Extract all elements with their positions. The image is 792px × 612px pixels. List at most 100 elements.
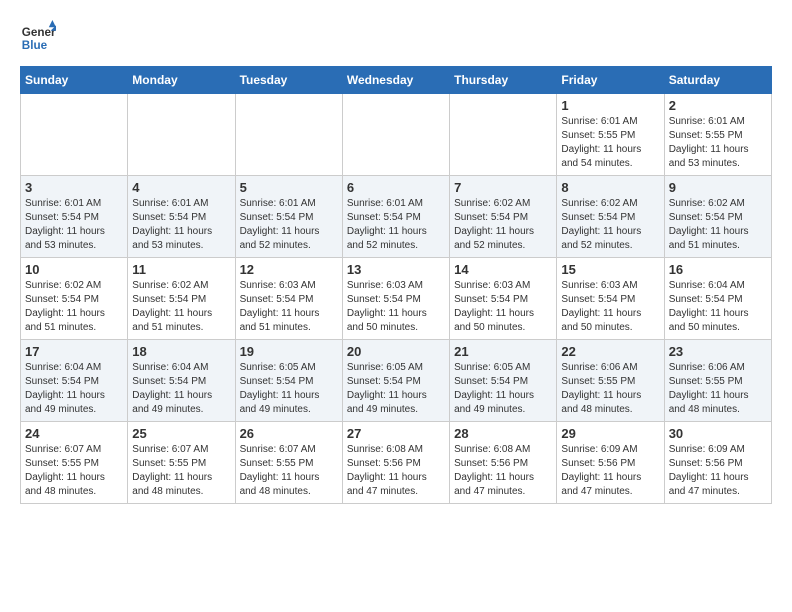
calendar-cell: 18 Sunrise: 6:04 AM Sunset: 5:54 PM Dayli… xyxy=(128,340,235,422)
logo: General Blue xyxy=(20,20,56,56)
calendar-cell: 6Sunrise: 6:01 AM Sunset: 5:54 PM Daylig… xyxy=(342,176,449,258)
calendar-cell: 19 Sunrise: 6:05 AM Sunset: 5:54 PM Dayli… xyxy=(235,340,342,422)
day-number: 25 xyxy=(132,426,230,441)
day-number: 7 xyxy=(454,180,552,195)
day-number: 17 xyxy=(25,344,123,359)
calendar-cell xyxy=(21,94,128,176)
calendar-cell: 21 Sunrise: 6:05 AM Sunset: 5:54 PM Dayli… xyxy=(450,340,557,422)
day-number: 10 xyxy=(25,262,123,277)
day-number: 1 xyxy=(561,98,659,113)
day-of-week-header: Monday xyxy=(128,67,235,94)
day-info: Sunrise: 6:03 AM Sunset: 5:54 PM Dayligh… xyxy=(454,279,552,335)
day-info: Sunrise: 6:08 AM Sunset: 5:56 PM Dayligh… xyxy=(347,443,445,499)
calendar-cell: 23 Sunrise: 6:06 AM Sunset: 5:55 PM Dayli… xyxy=(664,340,771,422)
day-info: Sunrise: 6:01 AM Sunset: 5:54 PM Dayligh… xyxy=(132,197,230,253)
svg-text:General: General xyxy=(22,26,56,39)
calendar-cell: 29 Sunrise: 6:09 AM Sunset: 5:56 PM Dayli… xyxy=(557,422,664,504)
calendar-week-row: 24 Sunrise: 6:07 AM Sunset: 5:55 PM Dayli… xyxy=(21,422,772,504)
calendar-cell: 17 Sunrise: 6:04 AM Sunset: 5:54 PM Dayli… xyxy=(21,340,128,422)
day-info: Sunrise: 6:04 AM Sunset: 5:54 PM Dayligh… xyxy=(25,361,123,417)
day-of-week-header: Saturday xyxy=(664,67,771,94)
calendar-cell: 16 Sunrise: 6:04 AM Sunset: 5:54 PM Dayli… xyxy=(664,258,771,340)
day-number: 15 xyxy=(561,262,659,277)
day-info: Sunrise: 6:08 AM Sunset: 5:56 PM Dayligh… xyxy=(454,443,552,499)
day-number: 3 xyxy=(25,180,123,195)
day-number: 24 xyxy=(25,426,123,441)
calendar-cell: 26Sunrise: 6:07 AM Sunset: 5:55 PM Dayli… xyxy=(235,422,342,504)
day-info: Sunrise: 6:06 AM Sunset: 5:55 PM Dayligh… xyxy=(669,361,767,417)
calendar-cell: 1 Sunrise: 6:01 AM Sunset: 5:55 PM Daylig… xyxy=(557,94,664,176)
day-number: 23 xyxy=(669,344,767,359)
calendar-cell: 20Sunrise: 6:05 AM Sunset: 5:54 PM Dayli… xyxy=(342,340,449,422)
day-of-week-header: Tuesday xyxy=(235,67,342,94)
calendar-cell: 5 Sunrise: 6:01 AM Sunset: 5:54 PM Daylig… xyxy=(235,176,342,258)
day-info: Sunrise: 6:01 AM Sunset: 5:54 PM Dayligh… xyxy=(25,197,123,253)
calendar-cell xyxy=(450,94,557,176)
day-info: Sunrise: 6:01 AM Sunset: 5:54 PM Dayligh… xyxy=(240,197,338,253)
day-number: 26 xyxy=(240,426,338,441)
day-number: 14 xyxy=(454,262,552,277)
day-info: Sunrise: 6:02 AM Sunset: 5:54 PM Dayligh… xyxy=(132,279,230,335)
day-of-week-header: Wednesday xyxy=(342,67,449,94)
day-info: Sunrise: 6:01 AM Sunset: 5:55 PM Dayligh… xyxy=(561,115,659,171)
day-info: Sunrise: 6:01 AM Sunset: 5:55 PM Dayligh… xyxy=(669,115,767,171)
day-number: 28 xyxy=(454,426,552,441)
calendar-week-row: 3 Sunrise: 6:01 AM Sunset: 5:54 PM Daylig… xyxy=(21,176,772,258)
calendar-cell: 24 Sunrise: 6:07 AM Sunset: 5:55 PM Dayli… xyxy=(21,422,128,504)
svg-text:Blue: Blue xyxy=(22,39,48,52)
calendar-week-row: 17 Sunrise: 6:04 AM Sunset: 5:54 PM Dayli… xyxy=(21,340,772,422)
day-info: Sunrise: 6:02 AM Sunset: 5:54 PM Dayligh… xyxy=(561,197,659,253)
day-number: 11 xyxy=(132,262,230,277)
calendar-cell: 4Sunrise: 6:01 AM Sunset: 5:54 PM Daylig… xyxy=(128,176,235,258)
calendar-cell: 11 Sunrise: 6:02 AM Sunset: 5:54 PM Dayli… xyxy=(128,258,235,340)
day-number: 29 xyxy=(561,426,659,441)
day-number: 13 xyxy=(347,262,445,277)
calendar-cell xyxy=(235,94,342,176)
calendar-cell: 27 Sunrise: 6:08 AM Sunset: 5:56 PM Dayli… xyxy=(342,422,449,504)
day-info: Sunrise: 6:05 AM Sunset: 5:54 PM Dayligh… xyxy=(347,361,445,417)
day-info: Sunrise: 6:09 AM Sunset: 5:56 PM Dayligh… xyxy=(669,443,767,499)
day-number: 2 xyxy=(669,98,767,113)
day-info: Sunrise: 6:05 AM Sunset: 5:54 PM Dayligh… xyxy=(454,361,552,417)
day-info: Sunrise: 6:07 AM Sunset: 5:55 PM Dayligh… xyxy=(25,443,123,499)
day-info: Sunrise: 6:02 AM Sunset: 5:54 PM Dayligh… xyxy=(25,279,123,335)
day-number: 12 xyxy=(240,262,338,277)
day-number: 30 xyxy=(669,426,767,441)
calendar-cell: 2 Sunrise: 6:01 AM Sunset: 5:55 PM Daylig… xyxy=(664,94,771,176)
day-number: 16 xyxy=(669,262,767,277)
day-number: 19 xyxy=(240,344,338,359)
calendar-week-row: 10 Sunrise: 6:02 AM Sunset: 5:54 PM Dayli… xyxy=(21,258,772,340)
calendar-cell xyxy=(128,94,235,176)
calendar-header-row: SundayMondayTuesdayWednesdayThursdayFrid… xyxy=(21,67,772,94)
day-of-week-header: Friday xyxy=(557,67,664,94)
calendar-cell: 15 Sunrise: 6:03 AM Sunset: 5:54 PM Dayli… xyxy=(557,258,664,340)
day-number: 27 xyxy=(347,426,445,441)
day-of-week-header: Sunday xyxy=(21,67,128,94)
calendar-cell: 13 Sunrise: 6:03 AM Sunset: 5:54 PM Dayli… xyxy=(342,258,449,340)
day-info: Sunrise: 6:09 AM Sunset: 5:56 PM Dayligh… xyxy=(561,443,659,499)
day-of-week-header: Thursday xyxy=(450,67,557,94)
day-info: Sunrise: 6:07 AM Sunset: 5:55 PM Dayligh… xyxy=(132,443,230,499)
calendar-cell: 8 Sunrise: 6:02 AM Sunset: 5:54 PM Daylig… xyxy=(557,176,664,258)
day-number: 5 xyxy=(240,180,338,195)
day-info: Sunrise: 6:03 AM Sunset: 5:54 PM Dayligh… xyxy=(561,279,659,335)
day-info: Sunrise: 6:03 AM Sunset: 5:54 PM Dayligh… xyxy=(347,279,445,335)
day-info: Sunrise: 6:02 AM Sunset: 5:54 PM Dayligh… xyxy=(669,197,767,253)
day-number: 6 xyxy=(347,180,445,195)
day-info: Sunrise: 6:02 AM Sunset: 5:54 PM Dayligh… xyxy=(454,197,552,253)
calendar-cell: 30 Sunrise: 6:09 AM Sunset: 5:56 PM Dayli… xyxy=(664,422,771,504)
logo-icon: General Blue xyxy=(20,20,56,56)
calendar-cell: 7 Sunrise: 6:02 AM Sunset: 5:54 PM Daylig… xyxy=(450,176,557,258)
calendar-cell xyxy=(342,94,449,176)
day-number: 18 xyxy=(132,344,230,359)
page-header: General Blue xyxy=(20,20,772,56)
day-info: Sunrise: 6:05 AM Sunset: 5:54 PM Dayligh… xyxy=(240,361,338,417)
calendar-week-row: 1 Sunrise: 6:01 AM Sunset: 5:55 PM Daylig… xyxy=(21,94,772,176)
day-info: Sunrise: 6:04 AM Sunset: 5:54 PM Dayligh… xyxy=(669,279,767,335)
day-number: 8 xyxy=(561,180,659,195)
day-number: 21 xyxy=(454,344,552,359)
calendar-table: SundayMondayTuesdayWednesdayThursdayFrid… xyxy=(20,66,772,504)
day-info: Sunrise: 6:04 AM Sunset: 5:54 PM Dayligh… xyxy=(132,361,230,417)
calendar-cell: 22Sunrise: 6:06 AM Sunset: 5:55 PM Dayli… xyxy=(557,340,664,422)
calendar-cell: 10 Sunrise: 6:02 AM Sunset: 5:54 PM Dayli… xyxy=(21,258,128,340)
